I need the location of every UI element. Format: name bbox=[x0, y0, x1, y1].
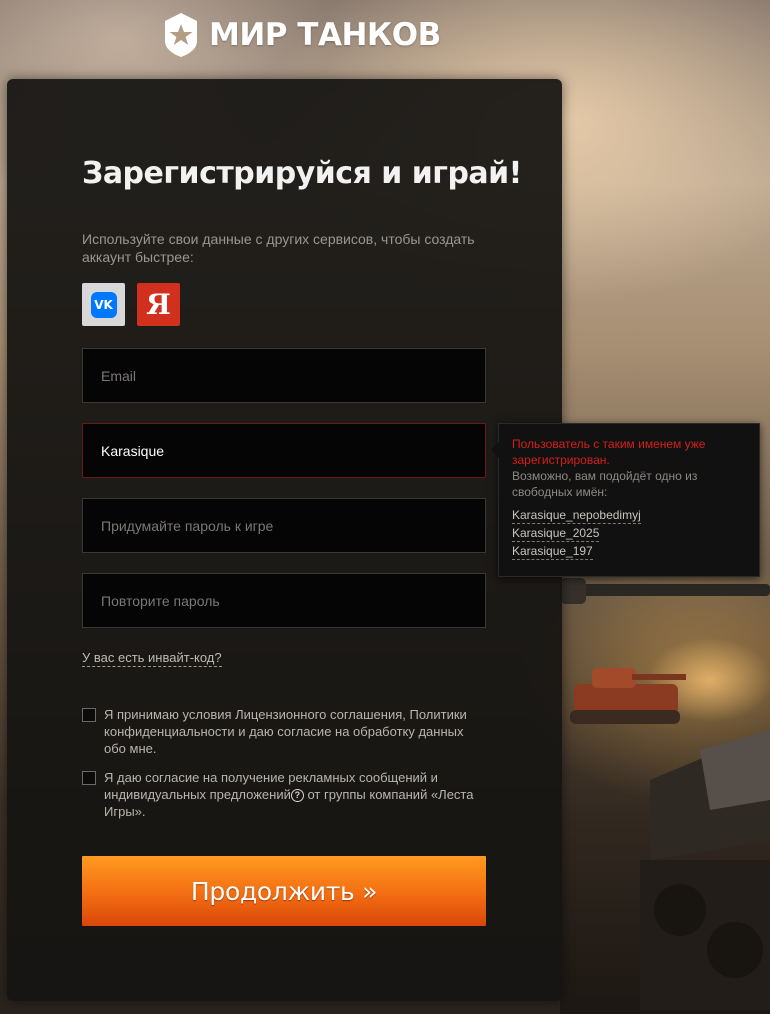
invite-code-link[interactable]: У вас есть инвайт-код? bbox=[82, 650, 222, 667]
tank-image-foreground bbox=[640, 730, 770, 1010]
name-suggestion[interactable]: Karasique_nepobedimyj bbox=[512, 507, 641, 524]
email-input[interactable] bbox=[101, 367, 467, 384]
vk-icon: VK bbox=[90, 291, 117, 318]
name-suggestion[interactable]: Karasique_197 bbox=[512, 543, 593, 560]
tooltip-arrow bbox=[491, 442, 499, 458]
marketing-consent-text: Я даю согласие на получение рекламных со… bbox=[104, 769, 482, 820]
password-repeat-field[interactable] bbox=[82, 573, 486, 628]
social-login-hint: Используйте свои данные с других сервисо… bbox=[82, 231, 475, 265]
email-field[interactable] bbox=[82, 348, 486, 403]
license-agreement-text: Я принимаю условия Лицензионного соглаше… bbox=[104, 707, 467, 756]
nickname-error-tooltip: Пользователь с таким именем уже зарегист… bbox=[491, 423, 760, 577]
tank-image bbox=[570, 668, 686, 724]
name-suggestion[interactable]: Karasique_2025 bbox=[512, 525, 600, 542]
nickname-field[interactable] bbox=[82, 423, 486, 478]
marketing-consent-row: Я даю согласие на получение рекламных со… bbox=[82, 769, 482, 820]
continue-button[interactable]: Продолжить » bbox=[82, 856, 486, 926]
yandex-login-button[interactable]: Я bbox=[137, 283, 180, 326]
tooltip-error-text: Пользователь с таким именем уже зарегист… bbox=[512, 437, 706, 467]
license-agreement-row: Я принимаю условия Лицензионного соглаше… bbox=[82, 706, 482, 757]
star-shield-icon bbox=[165, 13, 197, 57]
name-suggestions: Karasique_nepobedimyj Karasique_2025 Kar… bbox=[512, 507, 746, 560]
game-logo[interactable]: МИР ТАНКОВ bbox=[163, 10, 441, 60]
tooltip-hint-text: Возможно, вам подойдёт одно из свободных… bbox=[512, 469, 698, 499]
marketing-consent-checkbox[interactable] bbox=[82, 771, 96, 785]
vk-login-button[interactable]: VK bbox=[82, 283, 125, 326]
yandex-icon: Я bbox=[146, 288, 171, 321]
password-input[interactable] bbox=[101, 517, 467, 534]
license-agreement-checkbox[interactable] bbox=[82, 708, 96, 722]
registration-panel: Зарегистрируйся и играй! Используйте сво… bbox=[7, 79, 562, 1001]
question-icon[interactable]: ? bbox=[290, 789, 304, 802]
password-field[interactable] bbox=[82, 498, 486, 553]
logo-text: МИР ТАНКОВ bbox=[209, 17, 441, 53]
nickname-input[interactable] bbox=[101, 442, 467, 459]
password-repeat-input[interactable] bbox=[101, 592, 467, 609]
page-title: Зарегистрируйся и играй! bbox=[82, 156, 522, 191]
